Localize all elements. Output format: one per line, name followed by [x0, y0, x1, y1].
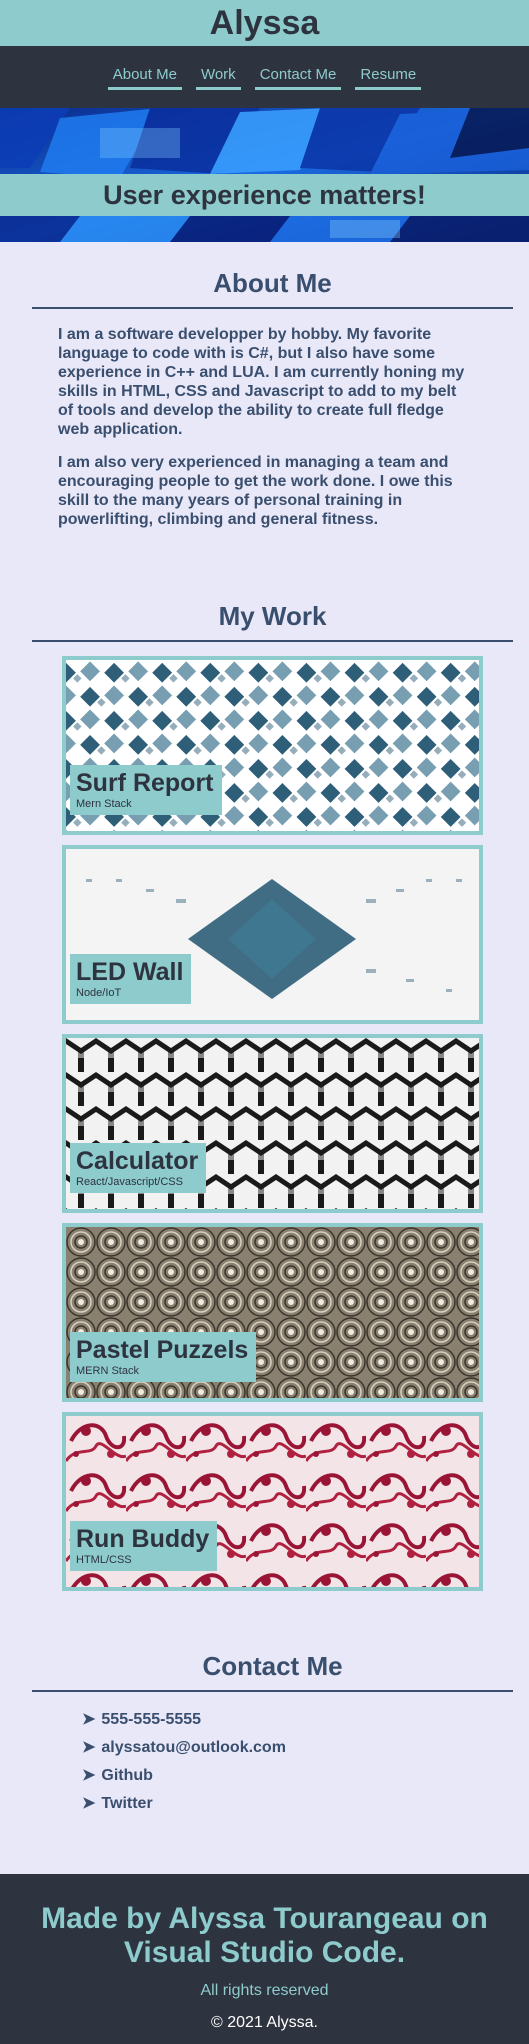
nav-bar: About Me Work Contact Me Resume — [0, 46, 529, 108]
project-tech: HTML/CSS — [76, 1554, 132, 1566]
work-section: My Work Surf Report Mern Stack LED Wall … — [0, 543, 529, 1591]
arrow-icon: ➤ — [82, 1739, 96, 1756]
about-heading: About Me — [32, 268, 513, 309]
contact-item-twitter[interactable]: ➤ Twitter — [82, 1790, 529, 1818]
contact-item-github[interactable]: ➤ Github — [82, 1762, 529, 1790]
footer-title: Made by Alyssa Tourangeau on Visual Stud… — [41, 1902, 488, 1969]
nav-link-resume[interactable]: Resume — [355, 66, 422, 90]
project-card-surf-report[interactable]: Surf Report Mern Stack — [62, 656, 483, 835]
nav-link-contact[interactable]: Contact Me — [254, 66, 342, 90]
contact-text: alyssatou@outlook.com — [101, 1739, 286, 1756]
site-header: Alyssa — [0, 0, 529, 46]
contact-text: Github — [101, 1767, 153, 1784]
project-name: Run Buddy — [76, 1525, 210, 1553]
project-label: Pastel Puzzels MERN Stack — [70, 1332, 257, 1382]
project-tech: React/Javascript/CSS — [76, 1176, 183, 1188]
project-card-led-wall[interactable]: LED Wall Node/IoT — [62, 845, 483, 1024]
nav-link-about[interactable]: About Me — [107, 66, 182, 90]
site-title: Alyssa — [209, 4, 320, 42]
contact-item-phone[interactable]: ➤ 555-555-5555 — [82, 1706, 529, 1734]
project-name: LED Wall — [76, 958, 184, 986]
hero-section: User experience matters! — [0, 108, 529, 242]
contact-section: Contact Me ➤ 555-555-5555 ➤ alyssatou@outl… — [0, 1601, 529, 1818]
footer-copyright: © 2021 Alyssa. — [211, 2014, 318, 2031]
project-name: Pastel Puzzels — [76, 1336, 249, 1364]
arrow-icon: ➤ — [82, 1795, 96, 1812]
project-label: LED Wall Node/IoT — [70, 954, 192, 1004]
project-card-pastel-puzzels[interactable]: Pastel Puzzels MERN Stack — [62, 1223, 483, 1402]
project-card-calculator[interactable]: Calculator React/Javascript/CSS — [62, 1034, 483, 1213]
arrow-icon: ➤ — [82, 1711, 96, 1728]
project-label: Run Buddy HTML/CSS — [70, 1521, 218, 1571]
arrow-icon: ➤ — [82, 1767, 96, 1784]
project-list: Surf Report Mern Stack LED Wall Node/IoT… — [0, 642, 529, 1591]
hero-banner: User experience matters! — [0, 174, 529, 216]
project-tech: MERN Stack — [76, 1365, 139, 1377]
about-body: I am a software developper by hobby. My … — [0, 309, 529, 529]
contact-text: 555-555-5555 — [101, 1711, 202, 1728]
site-footer: Made by Alyssa Tourangeau on Visual Stud… — [0, 1874, 529, 2044]
contact-item-email[interactable]: ➤ alyssatou@outlook.com — [82, 1734, 529, 1762]
contact-text: Twitter — [101, 1795, 153, 1812]
about-paragraph: I am a software developper by hobby. My … — [58, 326, 465, 438]
project-tech: Mern Stack — [76, 798, 132, 810]
contact-heading: Contact Me — [32, 1651, 513, 1692]
project-name: Calculator — [76, 1147, 199, 1175]
project-name: Surf Report — [76, 769, 214, 797]
footer-rights: All rights reserved — [200, 1982, 329, 1999]
project-label: Surf Report Mern Stack — [70, 765, 222, 815]
work-heading: My Work — [32, 601, 513, 642]
about-paragraph: I am also very experienced in managing a… — [58, 454, 453, 528]
project-tech: Node/IoT — [76, 987, 122, 999]
nav-link-work[interactable]: Work — [195, 66, 241, 90]
hero-tagline: User experience matters! — [103, 180, 426, 210]
contact-list: ➤ 555-555-5555 ➤ alyssatou@outlook.com ➤ Gi… — [0, 1692, 529, 1818]
project-label: Calculator React/Javascript/CSS — [70, 1143, 207, 1193]
about-section: About Me I am a software developper by h… — [0, 242, 529, 529]
project-card-run-buddy[interactable]: Run Buddy HTML/CSS — [62, 1412, 483, 1591]
